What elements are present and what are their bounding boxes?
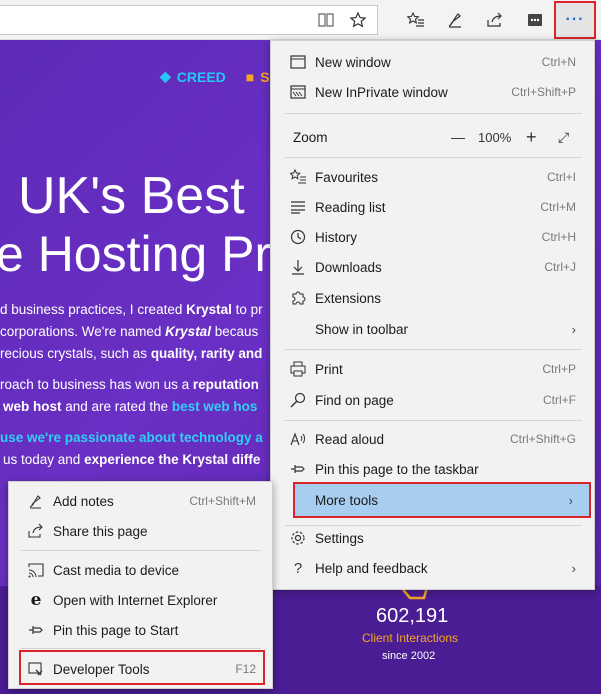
- add-notes-icon[interactable]: [443, 8, 467, 32]
- menu-item-pin-taskbar[interactable]: Pin this page to the taskbar: [271, 454, 596, 484]
- menu-item-new-window[interactable]: New window Ctrl+N: [271, 47, 596, 77]
- paragraph-line: d business practices, I created Krystal …: [0, 302, 263, 317]
- read-aloud-icon: [289, 430, 307, 448]
- menu-separator: [285, 349, 582, 350]
- submenu-item-share[interactable]: Share this page: [9, 516, 274, 546]
- settings-menu: New window Ctrl+N New InPrivate window C…: [270, 40, 595, 590]
- more-tools-submenu: Add notes Ctrl+Shift+M Share this page C…: [8, 481, 273, 689]
- internet-explorer-icon: e: [30, 590, 42, 610]
- menu-separator: [21, 550, 261, 551]
- menu-item-read-aloud[interactable]: Read aloud Ctrl+Shift+G: [271, 424, 596, 454]
- menu-item-settings[interactable]: Settings: [271, 523, 596, 553]
- share-icon: [27, 522, 45, 540]
- menu-separator: [21, 648, 261, 649]
- submenu-item-cast[interactable]: Cast media to device: [9, 555, 274, 585]
- menu-item-favourites[interactable]: Favourites Ctrl+I: [271, 162, 596, 192]
- download-icon: [289, 258, 307, 276]
- submenu-item-pin-start[interactable]: Pin this page to Start: [9, 615, 274, 645]
- hero-heading-2: e Hosting Pr: [0, 226, 272, 282]
- brand-row: ◆ CREED ■ S: [160, 68, 270, 85]
- fullscreen-icon[interactable]: ⤢: [558, 129, 569, 146]
- diamond-icon: ◆: [160, 68, 171, 84]
- paragraph-line: corporations. We're named Krystal becaus: [0, 324, 259, 339]
- history-icon: [289, 228, 307, 246]
- gear-icon: [289, 529, 307, 547]
- window-icon: [289, 53, 307, 71]
- menu-item-history[interactable]: History Ctrl+H: [271, 222, 596, 252]
- menu-separator: [285, 157, 582, 158]
- menu-item-more-tools[interactable]: More tools ›: [293, 482, 591, 518]
- menu-separator: [285, 113, 582, 114]
- favorite-star-icon[interactable]: [346, 8, 370, 32]
- menu-item-reading-list[interactable]: Reading list Ctrl+M: [271, 192, 596, 222]
- pin-icon: [27, 621, 45, 639]
- brand-s: S: [260, 68, 270, 85]
- search-icon: [289, 391, 307, 409]
- paragraph-line: recious crystals, such as quality, rarit…: [0, 346, 263, 361]
- brand-creed: CREED: [176, 68, 226, 85]
- paragraph-line: web host and are rated the best web hos: [3, 399, 258, 414]
- pen-icon: [27, 492, 45, 510]
- chevron-right-icon: ›: [571, 560, 576, 576]
- zoom-out-button[interactable]: —: [451, 129, 465, 145]
- zoom-in-button[interactable]: +: [526, 127, 537, 148]
- square-icon: ■: [245, 68, 255, 85]
- menu-item-show-in-toolbar[interactable]: Show in toolbar ›: [271, 314, 596, 344]
- inprivate-icon: [289, 83, 307, 101]
- paragraph-line: us today and experience the Krystal diff…: [3, 452, 261, 467]
- menu-item-print[interactable]: Print Ctrl+P: [271, 354, 596, 384]
- reading-view-icon[interactable]: [314, 8, 338, 32]
- since-label: since 2002: [382, 650, 436, 662]
- extension-icon[interactable]: [523, 8, 547, 32]
- chevron-right-icon: ›: [568, 492, 573, 508]
- more-icon: ···: [565, 11, 585, 28]
- menu-separator: [285, 420, 582, 421]
- pin-icon: [289, 460, 307, 478]
- share-icon[interactable]: [483, 8, 507, 32]
- menu-item-find-on-page[interactable]: Find on page Ctrl+F: [271, 385, 596, 415]
- client-count: 602,191: [376, 605, 449, 627]
- printer-icon: [289, 360, 307, 378]
- reading-list-icon: [289, 198, 307, 216]
- submenu-item-developer-tools[interactable]: Developer Tools F12: [9, 654, 274, 684]
- developer-tools-icon: [27, 660, 45, 678]
- client-count-label: Client Interactions: [362, 631, 459, 645]
- cast-icon: [27, 561, 45, 579]
- chevron-right-icon: ›: [571, 321, 576, 337]
- more-button[interactable]: ···: [554, 1, 596, 39]
- hero-heading-1: UK's Best: [18, 167, 245, 225]
- menu-item-extensions[interactable]: Extensions: [271, 283, 596, 313]
- paragraph-line: roach to business has won us a reputatio…: [0, 377, 259, 392]
- favorites-hub-icon[interactable]: [404, 8, 428, 32]
- paragraph-line: use we're passionate about technology a: [0, 430, 263, 445]
- browser-toolbar: ···: [0, 0, 601, 40]
- puzzle-icon: [289, 289, 307, 307]
- submenu-item-add-notes[interactable]: Add notes Ctrl+Shift+M: [9, 486, 274, 516]
- menu-item-new-inprivate[interactable]: New InPrivate window Ctrl+Shift+P: [271, 77, 596, 107]
- favourites-icon: [289, 168, 307, 186]
- menu-item-zoom: Zoom — 100% + ⤢: [293, 126, 570, 148]
- zoom-level: 100%: [478, 129, 512, 145]
- question-icon: ?: [293, 559, 303, 577]
- menu-item-help[interactable]: ? Help and feedback ›: [271, 553, 596, 583]
- menu-item-downloads[interactable]: Downloads Ctrl+J: [271, 252, 596, 282]
- submenu-item-open-ie[interactable]: e Open with Internet Explorer: [9, 585, 274, 615]
